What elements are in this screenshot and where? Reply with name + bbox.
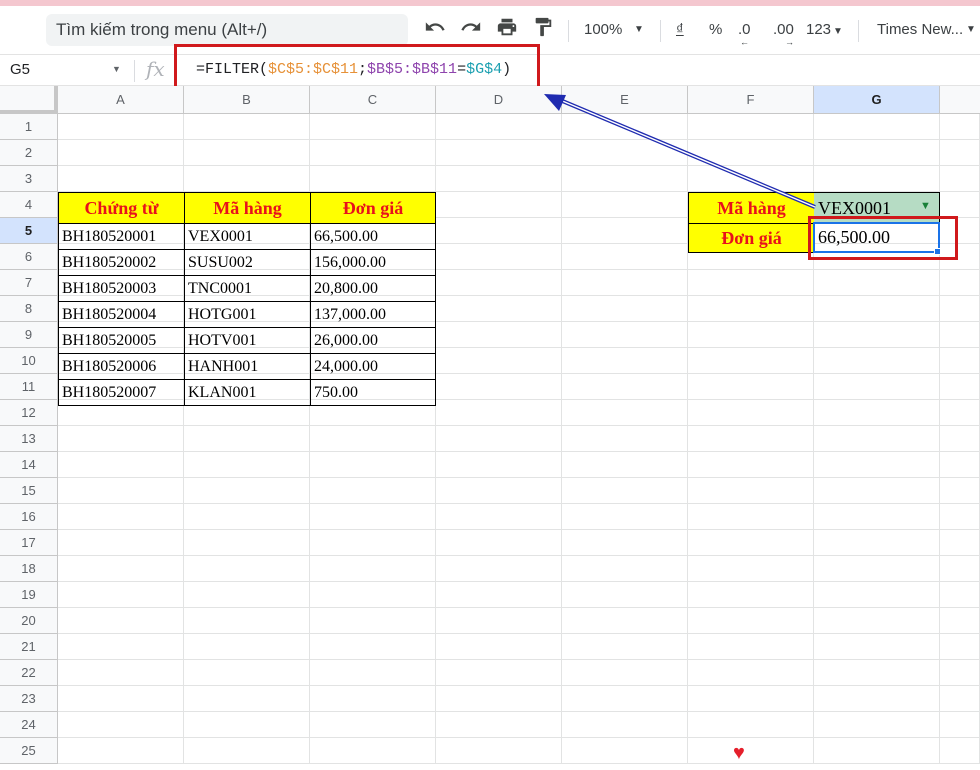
arrow-head xyxy=(544,94,566,111)
arrow-shaft-highlight xyxy=(559,99,816,208)
heart-icon: ♥ xyxy=(733,742,745,764)
annotation-arrow xyxy=(544,94,816,209)
